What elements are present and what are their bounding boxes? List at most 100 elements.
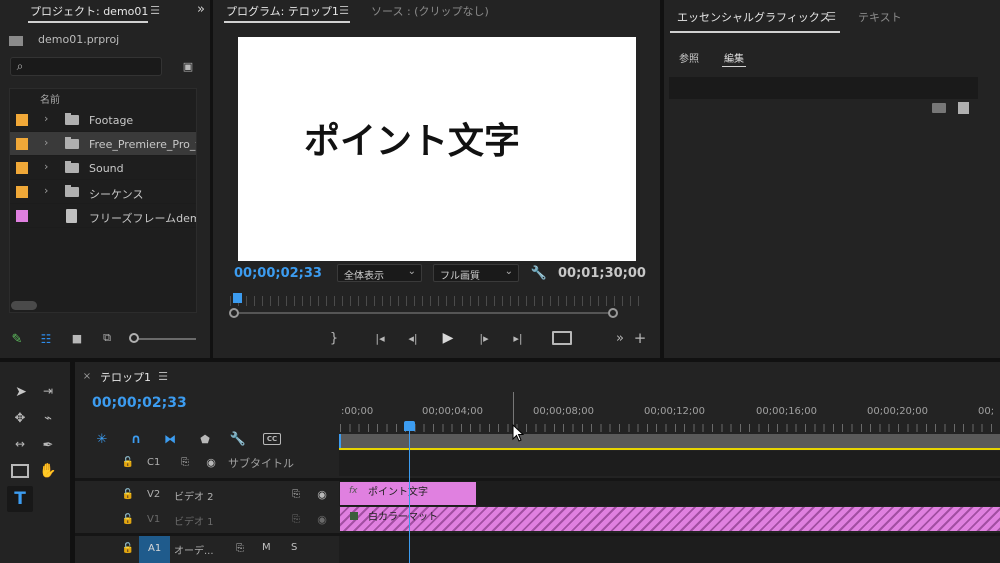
quality-select[interactable]: フル画質 ⌄ xyxy=(433,264,519,282)
linked-selection-icon[interactable]: ⧓ xyxy=(162,431,178,447)
folder-icon xyxy=(65,137,79,149)
slip-tool-icon[interactable]: ↔ xyxy=(9,436,31,452)
type-tool-icon[interactable]: T xyxy=(7,486,33,512)
scrub-bar[interactable] xyxy=(234,312,612,314)
label-color-swatch[interactable] xyxy=(16,138,28,150)
hand-tool-icon[interactable]: ✋ xyxy=(39,462,57,480)
ripple-edit-tool-icon[interactable]: ✥ xyxy=(9,410,31,426)
rectangle-tool-icon[interactable] xyxy=(11,464,29,478)
tab-browse[interactable]: 参照 xyxy=(679,50,699,65)
nest-toggle-icon[interactable]: ✳ xyxy=(94,431,110,447)
zoom-slider-handle[interactable] xyxy=(129,333,139,343)
eye-icon[interactable]: ◉ xyxy=(204,456,218,469)
wrench-icon[interactable]: 🔧 xyxy=(531,265,547,281)
clip-point-text[interactable]: fx ポイント文字 xyxy=(340,482,476,505)
lock-icon[interactable]: 🔓 xyxy=(122,455,134,469)
captions-icon[interactable]: CC xyxy=(263,433,281,445)
label-color-swatch[interactable] xyxy=(16,162,28,174)
go-to-in-icon[interactable]: |◂ xyxy=(371,330,389,346)
panel-menu-icon[interactable]: ☰ xyxy=(337,2,351,18)
work-area-bar[interactable] xyxy=(339,434,1000,448)
selection-tool-icon[interactable]: ➤ xyxy=(12,383,30,401)
playhead-marker[interactable] xyxy=(233,293,242,303)
tab-program[interactable]: プログラム: テロップ1 xyxy=(226,3,339,19)
step-back-icon[interactable]: ◂| xyxy=(405,330,421,346)
timeline-settings-icon[interactable]: 🔧 xyxy=(230,431,246,447)
pencil-icon[interactable]: ✎ xyxy=(9,331,25,347)
scrub-handle-right[interactable] xyxy=(608,308,618,318)
tab-underline xyxy=(670,31,840,33)
expand-panels-icon[interactable]: » xyxy=(193,1,209,17)
eye-icon[interactable]: ◉ xyxy=(315,513,329,526)
chevron-right-icon[interactable]: › xyxy=(44,112,48,125)
export-frame-icon[interactable] xyxy=(552,331,572,345)
c1-track-lane[interactable] xyxy=(339,451,1000,476)
sync-lock-icon[interactable]: ⎘ xyxy=(178,456,192,468)
new-bin-icon[interactable]: ▣ xyxy=(180,58,196,74)
tab-essential-graphics[interactable]: エッセンシャルグラフィックス xyxy=(677,9,830,25)
step-forward-icon[interactable]: |▸ xyxy=(476,330,492,346)
add-marker-icon[interactable]: ⬟ xyxy=(198,431,212,447)
sync-lock-icon[interactable]: ⎘ xyxy=(289,488,303,500)
column-header-name[interactable]: 名前 xyxy=(40,91,60,106)
horizontal-scrollbar[interactable] xyxy=(11,301,37,310)
new-layer-icon[interactable] xyxy=(958,102,969,114)
chevron-right-icon[interactable]: › xyxy=(44,160,48,173)
search-input[interactable] xyxy=(10,57,162,76)
chevron-right-icon[interactable]: › xyxy=(44,184,48,197)
lock-icon[interactable]: 🔓 xyxy=(122,487,134,501)
mute-button[interactable]: M xyxy=(262,542,271,553)
layers-list[interactable] xyxy=(669,77,978,99)
snap-icon[interactable]: ∩ xyxy=(128,431,144,447)
panel-menu-icon[interactable]: ☰ xyxy=(824,8,838,24)
play-icon[interactable]: ▶ xyxy=(440,329,456,347)
tab-edit[interactable]: 編集 xyxy=(724,50,744,65)
label-color-swatch[interactable] xyxy=(16,186,28,198)
folder-icon xyxy=(65,185,79,197)
label-color-swatch[interactable] xyxy=(16,210,28,222)
close-icon[interactable]: × xyxy=(82,369,92,383)
solo-button[interactable]: S xyxy=(291,542,297,553)
current-timecode[interactable]: 00;00;02;33 xyxy=(234,266,322,281)
eye-icon[interactable]: ◉ xyxy=(315,488,329,501)
panel-menu-icon[interactable]: ☰ xyxy=(156,369,170,383)
icon-view-icon[interactable]: ■ xyxy=(70,331,84,345)
list-view-icon[interactable]: ☷ xyxy=(38,331,54,347)
clip-color-matte[interactable]: 白カラーマット xyxy=(340,507,1000,531)
zoom-select[interactable]: 全体表示 ⌄ xyxy=(337,264,422,282)
mark-out-icon[interactable]: } xyxy=(327,330,341,346)
chevron-right-icon[interactable]: › xyxy=(44,136,48,149)
search-icon: ⌕ xyxy=(16,58,24,73)
list-item[interactable]: › Sound xyxy=(10,156,196,180)
more-controls-icon[interactable]: » xyxy=(613,330,627,346)
scrub-handle-left[interactable] xyxy=(229,308,239,318)
label-color-swatch[interactable] xyxy=(16,114,28,126)
tab-source[interactable]: ソース : (クリップなし) xyxy=(371,3,489,19)
freeform-view-icon[interactable]: ⧉ xyxy=(98,331,116,345)
panel-menu-icon[interactable]: ☰ xyxy=(148,2,162,18)
lock-icon[interactable]: 🔓 xyxy=(122,541,134,555)
go-to-out-icon[interactable]: ▸| xyxy=(509,330,527,346)
sync-lock-icon[interactable]: ⎘ xyxy=(289,513,303,525)
group-folder-icon[interactable] xyxy=(932,103,946,113)
mini-ruler[interactable] xyxy=(230,296,640,306)
pen-tool-icon[interactable]: ✒ xyxy=(39,436,57,454)
razor-tool-icon[interactable]: ⌁ xyxy=(39,409,57,427)
tab-project[interactable]: プロジェクト: demo01 xyxy=(30,3,148,19)
playhead-line[interactable] xyxy=(409,430,410,563)
list-item[interactable]: フリーズフレームdemo xyxy=(10,204,196,228)
preview-title-text[interactable]: ポイント文字 xyxy=(304,112,520,164)
lock-icon[interactable]: 🔓 xyxy=(122,512,134,526)
timeline-timecode[interactable]: 00;00;02;33 xyxy=(92,395,187,411)
track-select-tool-icon[interactable]: ⇥ xyxy=(38,383,58,399)
tab-sequence[interactable]: テロップ1 xyxy=(100,369,151,385)
sync-lock-icon[interactable]: ⎘ xyxy=(233,542,247,554)
list-item[interactable]: › シーケンス xyxy=(10,180,196,204)
track-label: ビデオ 1 xyxy=(174,517,214,528)
zoom-slider[interactable] xyxy=(134,338,196,340)
list-item[interactable]: › Free_Premiere_Pro_t xyxy=(10,132,196,156)
tab-text[interactable]: テキスト xyxy=(858,9,902,25)
a1-track-lane[interactable] xyxy=(339,536,1000,563)
add-button-icon[interactable]: + xyxy=(633,329,647,347)
list-item[interactable]: › Footage xyxy=(10,108,196,132)
